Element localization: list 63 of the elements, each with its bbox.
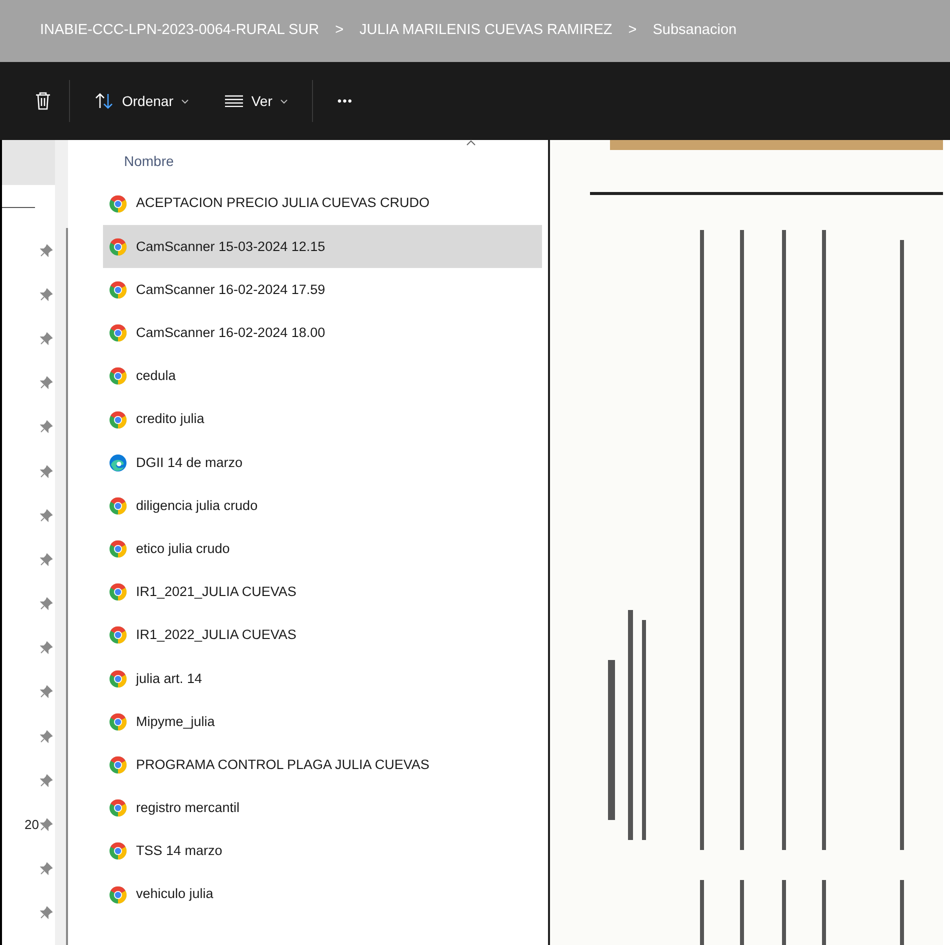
browser-icon xyxy=(109,324,127,342)
browser-icon xyxy=(109,712,127,731)
sort-caret-icon xyxy=(466,140,476,146)
file-row[interactable]: registro mercantil xyxy=(103,786,542,830)
sort-button[interactable]: Ordenar xyxy=(88,86,196,116)
pin-icon[interactable] xyxy=(40,818,53,832)
pin-icon[interactable] xyxy=(40,376,53,390)
browser-icon xyxy=(109,756,127,774)
file-row[interactable]: CamScanner 16-02-2024 18.00 xyxy=(103,312,542,355)
chevron-down-icon xyxy=(280,98,288,104)
delete-icon[interactable] xyxy=(35,92,51,110)
more-button[interactable]: ••• xyxy=(331,88,359,114)
pin-icon[interactable] xyxy=(40,288,53,301)
breadcrumb-separator: > xyxy=(335,21,344,40)
pin-icon[interactable] xyxy=(40,641,53,654)
nav-item-label[interactable]: 20 xyxy=(24,814,39,834)
pin-icon[interactable] xyxy=(40,508,53,522)
file-row[interactable]: ACEPTACION PRECIO JULIA CUEVAS CRUDO xyxy=(103,182,542,226)
browser-icon xyxy=(109,194,127,213)
browser-icon xyxy=(109,583,127,602)
pin-icon[interactable] xyxy=(40,244,53,257)
file-row[interactable]: Mipyme_julia xyxy=(103,700,542,744)
browser-icon xyxy=(109,842,127,860)
pin-icon[interactable] xyxy=(40,862,53,876)
pin-icon[interactable] xyxy=(40,774,53,787)
browser-icon xyxy=(109,410,127,429)
file-row[interactable]: CamScanner 15-03-2024 12.15 xyxy=(103,225,542,268)
pin-icon[interactable] xyxy=(40,730,53,743)
browser-icon xyxy=(109,367,127,386)
file-row[interactable]: TSS 14 marzo xyxy=(103,830,542,873)
pin-icon[interactable] xyxy=(40,685,53,698)
file-row[interactable]: vehiculo julia xyxy=(103,873,542,916)
browser-icon xyxy=(109,280,127,299)
browser-icon xyxy=(109,886,127,904)
file-row[interactable]: PROGRAMA CONTROL PLAGA JULIA CUEVAS xyxy=(103,743,542,787)
browser-icon xyxy=(109,540,127,558)
pin-icon[interactable] xyxy=(40,464,53,478)
file-row[interactable]: credito julia xyxy=(103,398,542,442)
pin-icon[interactable] xyxy=(40,332,53,345)
browser-icon xyxy=(109,626,127,644)
column-header[interactable]: Nombre xyxy=(124,150,174,172)
pin-icon[interactable] xyxy=(40,552,53,566)
pin-icon[interactable] xyxy=(40,597,53,610)
breadcrumb-separator: > xyxy=(628,21,637,40)
file-row[interactable]: IR1_2022_JULIA CUEVAS xyxy=(103,614,542,658)
list-view-icon xyxy=(225,95,244,107)
browser-icon xyxy=(109,496,127,515)
browser-icon xyxy=(109,238,127,256)
edge-browser-icon xyxy=(109,454,127,472)
sort-icon xyxy=(94,93,114,109)
view-button[interactable]: Ver xyxy=(219,86,294,116)
pin-icon[interactable] xyxy=(40,906,53,920)
file-row[interactable]: cedula xyxy=(103,354,542,398)
browser-icon xyxy=(109,670,127,688)
file-row[interactable]: diligencia julia crudo xyxy=(103,484,542,528)
browser-icon xyxy=(109,799,127,818)
file-row[interactable]: IR1_2021_JULIA CUEVAS xyxy=(103,570,542,614)
chevron-down-icon xyxy=(181,98,190,104)
file-row[interactable]: julia art. 14 xyxy=(103,657,542,700)
file-row[interactable]: DGII 14 de marzo xyxy=(103,441,542,484)
pin-icon[interactable] xyxy=(40,420,53,434)
file-row[interactable]: CamScanner 16-02-2024 17.59 xyxy=(103,268,542,312)
file-row[interactable]: etico julia crudo xyxy=(103,528,542,571)
